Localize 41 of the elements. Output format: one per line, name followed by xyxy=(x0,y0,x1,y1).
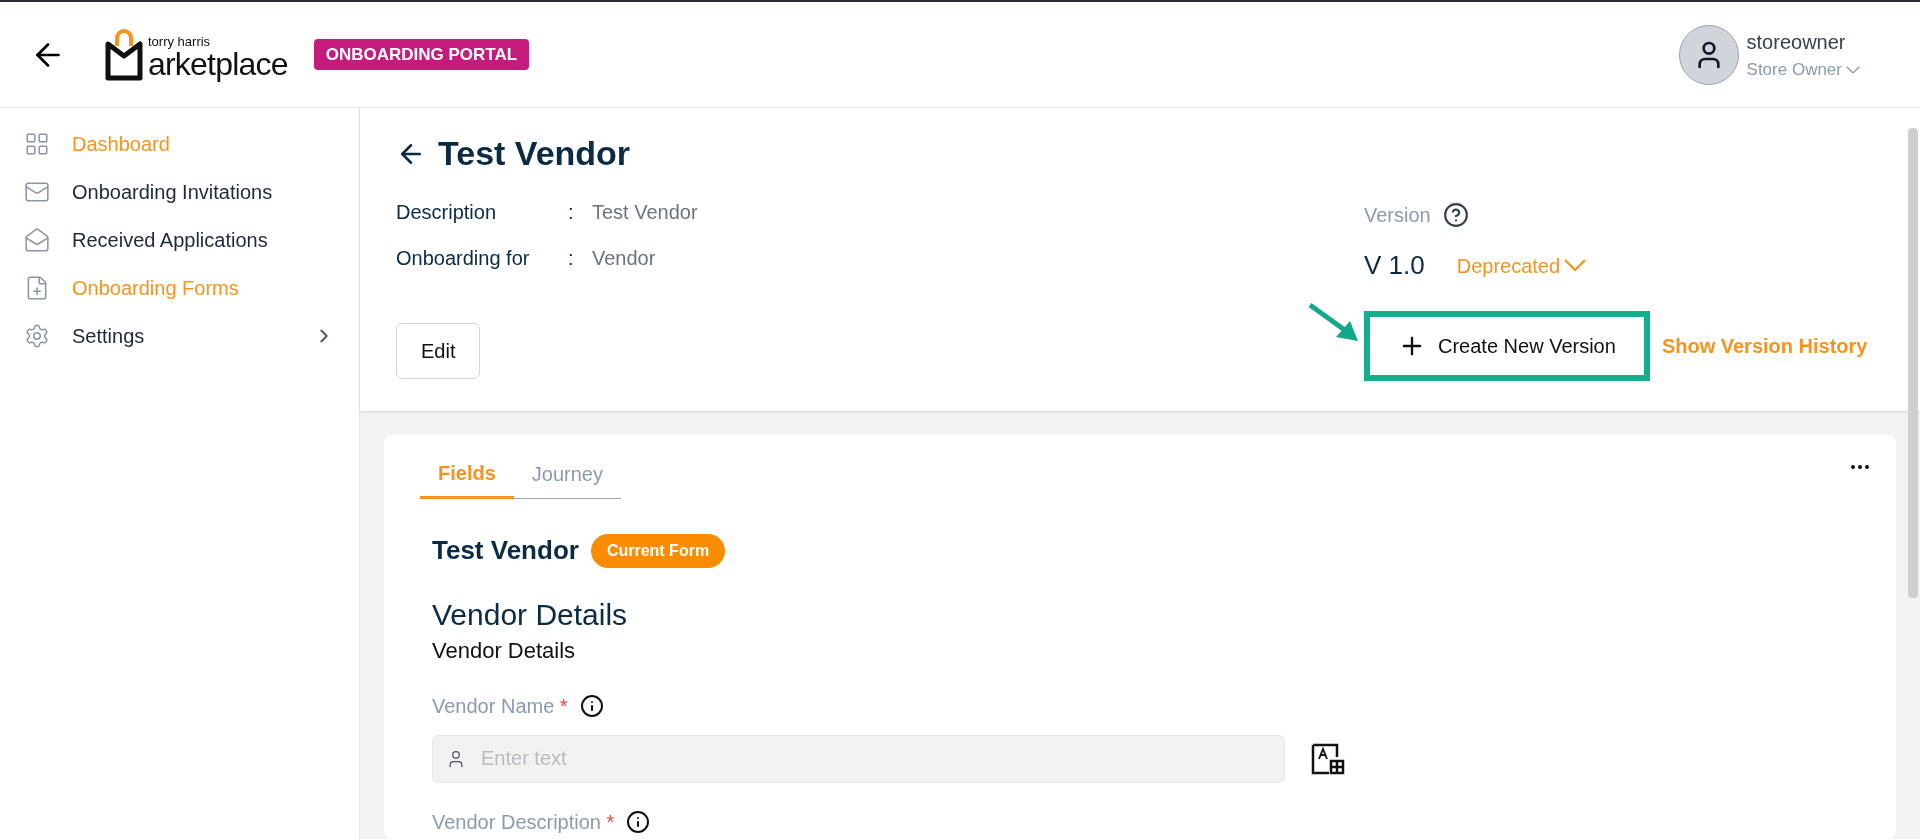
status-dropdown[interactable]: Deprecated xyxy=(1456,250,1587,281)
portal-badge: ONBOARDING PORTAL xyxy=(313,38,530,71)
chevron-down-icon xyxy=(1564,259,1587,272)
field-label: Onboarding for xyxy=(396,246,531,271)
sidebar-item[interactable]: Onboarding Forms xyxy=(24,272,335,304)
sidebar-item[interactable]: Settings xyxy=(24,320,335,352)
role-dropdown[interactable]: Store Owner xyxy=(1746,56,1860,83)
chevron-down-icon xyxy=(1846,65,1860,74)
field-separator: : xyxy=(568,246,575,271)
field-value: Test Vendor xyxy=(592,200,698,225)
user-name: storeowner xyxy=(1746,29,1847,55)
tab[interactable]: Journey xyxy=(513,449,621,499)
field-label: Description xyxy=(396,200,498,225)
sidebar-item[interactable]: Onboarding Invitations xyxy=(24,176,335,208)
help-icon[interactable] xyxy=(1442,202,1469,228)
field-value: Vendor xyxy=(592,246,656,271)
current-form-badge: Current Form xyxy=(590,533,726,568)
text-input-field[interactable]: Enter text xyxy=(432,734,1285,783)
info-icon[interactable] xyxy=(626,809,651,834)
form-title: Test Vendor xyxy=(432,534,579,567)
text-add-icon[interactable] xyxy=(1311,742,1345,775)
field-label: Vendor Name * xyxy=(432,693,568,719)
version-number: V 1.0 xyxy=(1364,249,1425,282)
version-history-link[interactable]: Show Version History xyxy=(1661,331,1868,361)
page-title: Test Vendor xyxy=(438,133,631,174)
scrollbar[interactable] xyxy=(1908,128,1918,598)
sidebar-item[interactable]: Received Applications xyxy=(24,224,335,256)
section-title: Vendor Details xyxy=(432,597,629,633)
open-envelope-icon xyxy=(24,227,50,253)
version-label: Version xyxy=(1364,203,1431,228)
sidebar-item[interactable]: Dashboard xyxy=(24,128,335,160)
create-version-button[interactable]: Create New Version xyxy=(1364,311,1650,381)
grid-icon xyxy=(24,131,50,157)
field-label: Vendor Description * xyxy=(432,809,615,835)
logo-tagline: torry harris xyxy=(148,34,212,48)
info-icon[interactable] xyxy=(579,693,604,718)
tab[interactable]: Fields xyxy=(420,449,514,499)
field-separator: : xyxy=(568,200,575,225)
edit-button[interactable]: Edit xyxy=(396,323,481,379)
settings-icon xyxy=(24,323,50,349)
section-subtitle: Vendor Details xyxy=(432,636,577,665)
